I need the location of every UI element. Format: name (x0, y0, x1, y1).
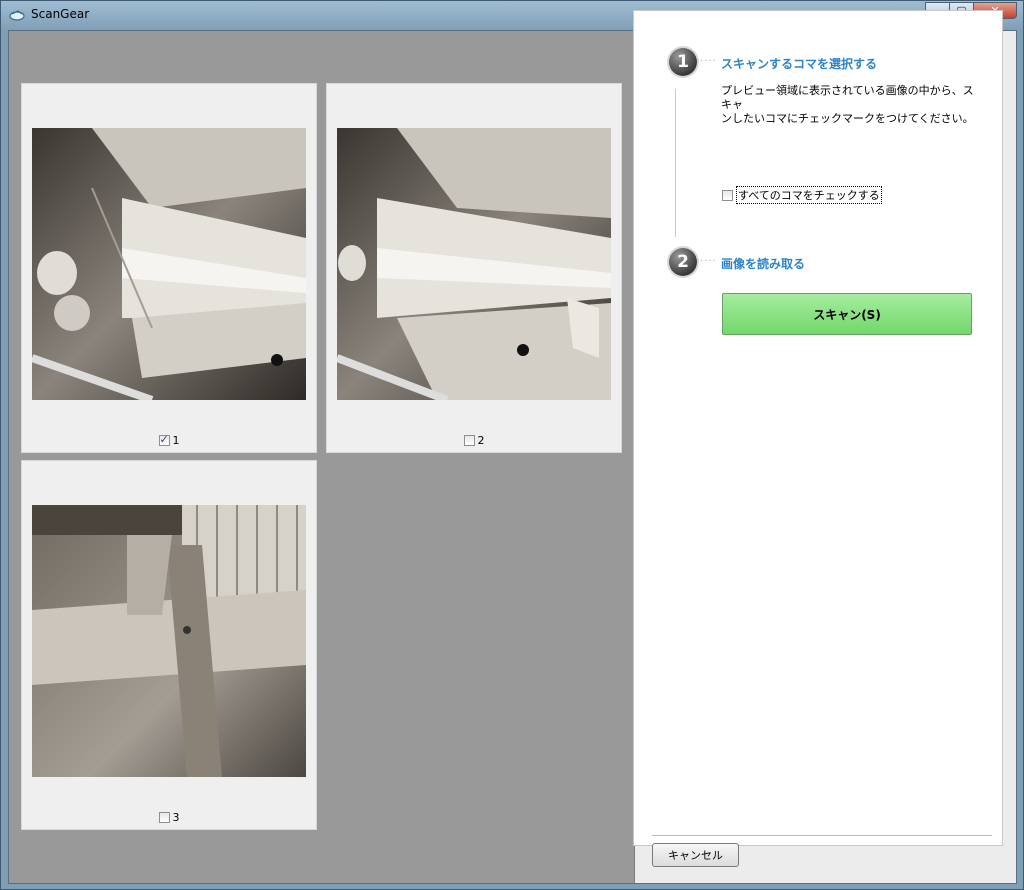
frame-3-check-row: 3 (22, 811, 316, 824)
frame-1-number: 1 (172, 434, 180, 447)
step-2-number: 2 (677, 252, 689, 272)
window-title: ScanGear (31, 7, 90, 21)
frame-2-thumbnail[interactable] (337, 128, 611, 400)
cancel-button-label: キャンセル (668, 849, 723, 862)
frame-2-number: 2 (477, 434, 485, 447)
frame-1-checkbox[interactable] (158, 433, 170, 446)
cancel-button[interactable]: キャンセル (652, 843, 739, 867)
step-1-number: 1 (677, 52, 689, 72)
step-2-dots: ···· (700, 256, 717, 267)
step-1-description-line-2: ンしたいコマにチェックマークをつけてください。 (721, 112, 974, 125)
frame-3-checkbox[interactable] (158, 812, 170, 823)
frame-2-check-row: 2 (327, 434, 621, 447)
frame-2[interactable]: 2 (326, 83, 622, 453)
frame-3-thumbnail[interactable] (32, 505, 306, 777)
scan-button-label: スキャン(S) (813, 307, 881, 322)
scan-button[interactable]: スキャン(S) (722, 293, 972, 335)
frame-2-checkbox[interactable] (463, 435, 475, 446)
right-panel (633, 10, 1003, 846)
step-1-description-line-1: プレビュー領域に表示されている画像の中から、スキャ (721, 84, 974, 111)
step-1-dots: ···· (700, 56, 717, 67)
frame-1[interactable]: 1 (21, 83, 317, 453)
check-all-checkbox[interactable] (722, 189, 733, 201)
step-2-title: 画像を読み取る (721, 257, 806, 271)
step-1-description: プレビュー領域に表示されている画像の中から、スキャ ンしたいコマにチェックマーク… (721, 84, 981, 126)
frame-3[interactable]: 3 (21, 460, 317, 830)
step-1-badge: 1 (669, 48, 697, 76)
frame-3-number: 3 (172, 811, 180, 824)
scangear-app-icon (9, 10, 25, 21)
step-1-title: スキャンするコマを選択する (721, 57, 878, 71)
frame-1-thumbnail[interactable] (32, 128, 306, 400)
footer-divider (652, 835, 992, 836)
check-all-option[interactable]: すべてのコマをチェックする (722, 186, 882, 204)
preview-area: 1 (9, 31, 635, 883)
app-window: ScanGear ▁ ▢ ✕ (0, 0, 1024, 890)
step-connector-line (675, 89, 676, 237)
frame-1-check-row: 1 (22, 433, 316, 447)
check-all-label[interactable]: すべてのコマをチェックする (736, 186, 882, 204)
step-2-badge: 2 (669, 248, 697, 276)
